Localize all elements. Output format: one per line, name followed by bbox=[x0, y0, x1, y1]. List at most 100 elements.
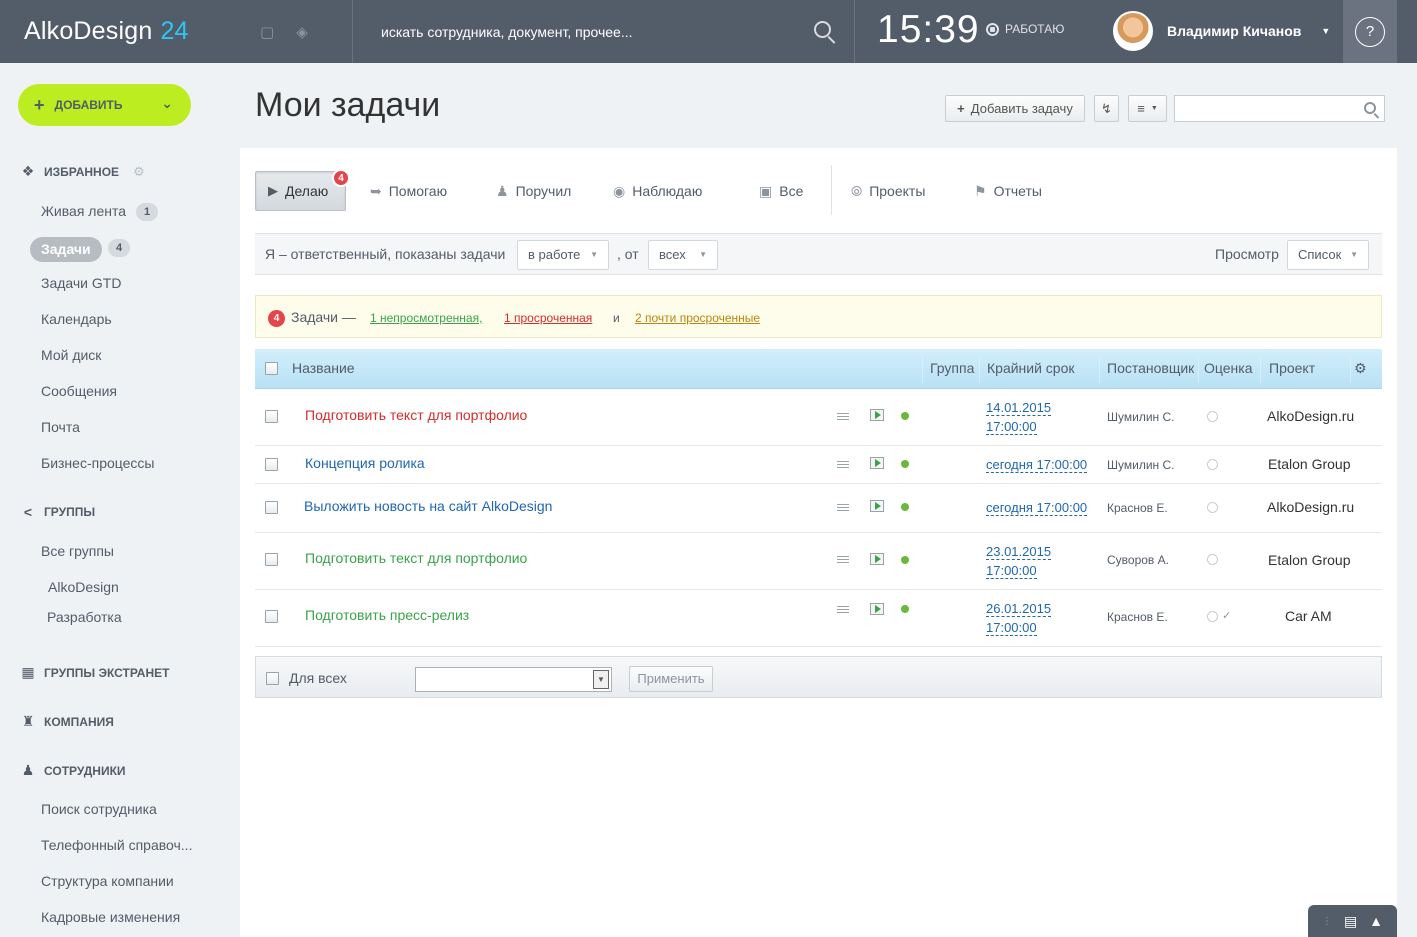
deadline[interactable]: сегодня 17:00:00 bbox=[986, 498, 1088, 517]
column-group[interactable]: Группа bbox=[930, 360, 974, 376]
table-row[interactable]: Подготовить текст для портфолио 23.01.20… bbox=[255, 533, 1382, 590]
menu-icon[interactable] bbox=[837, 606, 849, 615]
column-deadline[interactable]: Крайний срок bbox=[987, 360, 1075, 376]
deadline[interactable]: сегодня 17:00:00 bbox=[986, 455, 1088, 474]
column-creator[interactable]: Постановщик bbox=[1107, 360, 1194, 376]
for-all-checkbox[interactable] bbox=[266, 672, 279, 685]
deadline[interactable]: 23.01.2015 17:00:00 bbox=[986, 542, 1052, 580]
sidebar-item-calendar[interactable]: Календарь bbox=[41, 311, 112, 327]
column-rating[interactable]: Оценка bbox=[1204, 360, 1253, 376]
creator-name[interactable]: Шумилин С. bbox=[1107, 458, 1174, 472]
bell-icon[interactable]: ◈ bbox=[296, 23, 308, 41]
sidebar-item-live-feed[interactable]: Живая лента 1 bbox=[41, 203, 159, 221]
status-select[interactable]: в работе ▼ bbox=[517, 240, 609, 270]
add-button[interactable]: + ДОБАВИТЬ ⌄ bbox=[18, 84, 191, 126]
tab-assigned[interactable]: ♟ Поручил bbox=[496, 171, 571, 211]
deadline[interactable]: 26.01.2015 17:00:00 bbox=[986, 599, 1052, 637]
view-menu-button[interactable]: ≡ ▼ bbox=[1128, 95, 1167, 122]
task-title-link[interactable]: Выложить новость на сайт AlkoDesign bbox=[304, 498, 552, 514]
search-icon[interactable] bbox=[1364, 102, 1376, 114]
table-row[interactable]: Подготовить текст для портфолио 14.01.20… bbox=[255, 389, 1382, 446]
sidebar-item-mail[interactable]: Почта bbox=[41, 419, 80, 435]
start-task-icon[interactable] bbox=[870, 603, 884, 615]
link-overdue[interactable]: 1 просроченная bbox=[504, 311, 592, 325]
group-action-select[interactable]: ▼ bbox=[415, 667, 612, 692]
search-icon[interactable] bbox=[812, 19, 838, 45]
column-project[interactable]: Проект bbox=[1269, 360, 1315, 376]
task-title-link[interactable]: Подготовить текст для портфолио bbox=[305, 407, 527, 423]
row-checkbox[interactable] bbox=[265, 458, 278, 471]
menu-icon[interactable] bbox=[837, 413, 849, 422]
menu-icon[interactable] bbox=[837, 556, 849, 565]
tab-watching[interactable]: ◉ Наблюдаю bbox=[613, 171, 702, 211]
row-checkbox[interactable] bbox=[265, 501, 278, 514]
employees-section[interactable]: ♟ СОТРУДНИКИ bbox=[20, 762, 126, 779]
drag-handle-icon[interactable]: ⋮ bbox=[1322, 916, 1332, 927]
creator-name[interactable]: Краснов Е. bbox=[1107, 610, 1168, 624]
select-all-checkbox[interactable] bbox=[265, 362, 278, 375]
rating-icon[interactable] bbox=[1207, 411, 1218, 422]
table-row[interactable]: Выложить новость на сайт AlkoDesign сего… bbox=[255, 484, 1382, 533]
menu-icon[interactable] bbox=[837, 504, 849, 513]
company-section[interactable]: ♜ КОМПАНИЯ bbox=[20, 713, 114, 730]
rating-icon[interactable] bbox=[1207, 611, 1218, 622]
chat-icon[interactable]: ▤ bbox=[1344, 913, 1357, 930]
add-task-button[interactable]: + Добавить задачу bbox=[945, 95, 1085, 122]
groups-section[interactable]: < ГРУППЫ bbox=[20, 504, 95, 520]
rating-icon[interactable] bbox=[1207, 554, 1218, 565]
sidebar-item-tasks-gtd[interactable]: Задачи GTD bbox=[41, 275, 121, 291]
sidebar-item-phone-book[interactable]: Телефонный справоч... bbox=[41, 837, 192, 853]
sidebar-item-tasks[interactable]: Задачи bbox=[30, 237, 102, 262]
link-unseen[interactable]: 1 непросмотренная, bbox=[370, 311, 482, 325]
table-row[interactable]: Подготовить пресс-релиз 26.01.2015 17:00:… bbox=[255, 590, 1382, 647]
column-name[interactable]: Название bbox=[292, 360, 355, 376]
link-almost-overdue[interactable]: 2 почти просроченные bbox=[635, 311, 760, 325]
tab-reports[interactable]: ⚑ Отчеты bbox=[974, 171, 1042, 211]
bell-icon[interactable]: ▲ bbox=[1369, 913, 1383, 929]
rating-icon[interactable] bbox=[1207, 459, 1218, 470]
row-checkbox[interactable] bbox=[265, 410, 278, 423]
task-search-input[interactable] bbox=[1174, 95, 1385, 122]
start-task-icon[interactable] bbox=[870, 409, 884, 421]
task-title-link[interactable]: Подготовить текст для портфолио bbox=[305, 550, 527, 566]
start-task-icon[interactable] bbox=[870, 553, 884, 565]
menu-icon[interactable] bbox=[837, 461, 849, 470]
sidebar-item-messages[interactable]: Сообщения bbox=[41, 383, 117, 399]
rating-icon[interactable] bbox=[1207, 502, 1218, 513]
creator-name[interactable]: Краснов Е. bbox=[1107, 501, 1168, 515]
help-button[interactable]: ? bbox=[1343, 0, 1397, 63]
start-task-icon[interactable] bbox=[870, 500, 884, 512]
task-title-link[interactable]: Подготовить пресс-релиз bbox=[305, 607, 469, 623]
deadline[interactable]: 14.01.2015 17:00:00 bbox=[986, 398, 1052, 436]
tab-all[interactable]: ▣ Все bbox=[759, 171, 803, 211]
sidebar-item-group-development[interactable]: Разработка bbox=[47, 609, 122, 625]
row-checkbox[interactable] bbox=[265, 553, 278, 566]
tab-helping[interactable]: ➥ Помогаю bbox=[370, 171, 447, 211]
search-input[interactable]: искать сотрудника, документ, прочее... bbox=[353, 24, 812, 40]
task-title-link[interactable]: Концепция ролика bbox=[305, 455, 425, 471]
work-status[interactable]: РАБОТАЮ bbox=[986, 22, 1064, 36]
from-select[interactable]: всех ▼ bbox=[648, 240, 718, 270]
row-checkbox[interactable] bbox=[265, 610, 278, 623]
chat-icon[interactable]: ▢ bbox=[260, 23, 274, 41]
global-search[interactable]: искать сотрудника, документ, прочее... bbox=[352, 0, 855, 63]
sidebar-item-hr-changes[interactable]: Кадровые изменения bbox=[41, 909, 180, 925]
table-row[interactable]: Концепция ролика сегодня 17:00:00 Шумили… bbox=[255, 446, 1382, 484]
sidebar-item-my-drive[interactable]: Мой диск bbox=[41, 347, 101, 363]
sidebar-item-find-employee[interactable]: Поиск сотрудника bbox=[41, 801, 157, 817]
creator-name[interactable]: Шумилин С. bbox=[1107, 410, 1174, 424]
start-task-icon[interactable] bbox=[870, 457, 884, 469]
sidebar-item-all-groups[interactable]: Все группы bbox=[41, 543, 114, 559]
extranet-section[interactable]: ▦ ГРУППЫ ЭКСТРАНЕТ bbox=[20, 664, 169, 681]
sidebar-item-company-structure[interactable]: Структура компании bbox=[41, 873, 174, 889]
tab-projects[interactable]: ⦾ Проекты bbox=[851, 171, 925, 211]
view-select[interactable]: Список ▼ bbox=[1287, 240, 1369, 270]
favorites-section[interactable]: ❖ ИЗБРАННОЕ ⚙ bbox=[20, 163, 145, 180]
quick-task-button[interactable]: ↯ bbox=[1094, 95, 1119, 122]
logo[interactable]: AlkoDesign 24 bbox=[0, 17, 240, 46]
user-menu[interactable]: Владимир Кичанов ▼ bbox=[1113, 11, 1330, 51]
apply-button[interactable]: Применить bbox=[629, 666, 713, 692]
sidebar-item-group-alkodesign[interactable]: AlkoDesign bbox=[48, 579, 119, 595]
gear-icon[interactable]: ⚙ bbox=[1354, 360, 1367, 377]
gear-icon[interactable]: ⚙ bbox=[133, 164, 145, 180]
